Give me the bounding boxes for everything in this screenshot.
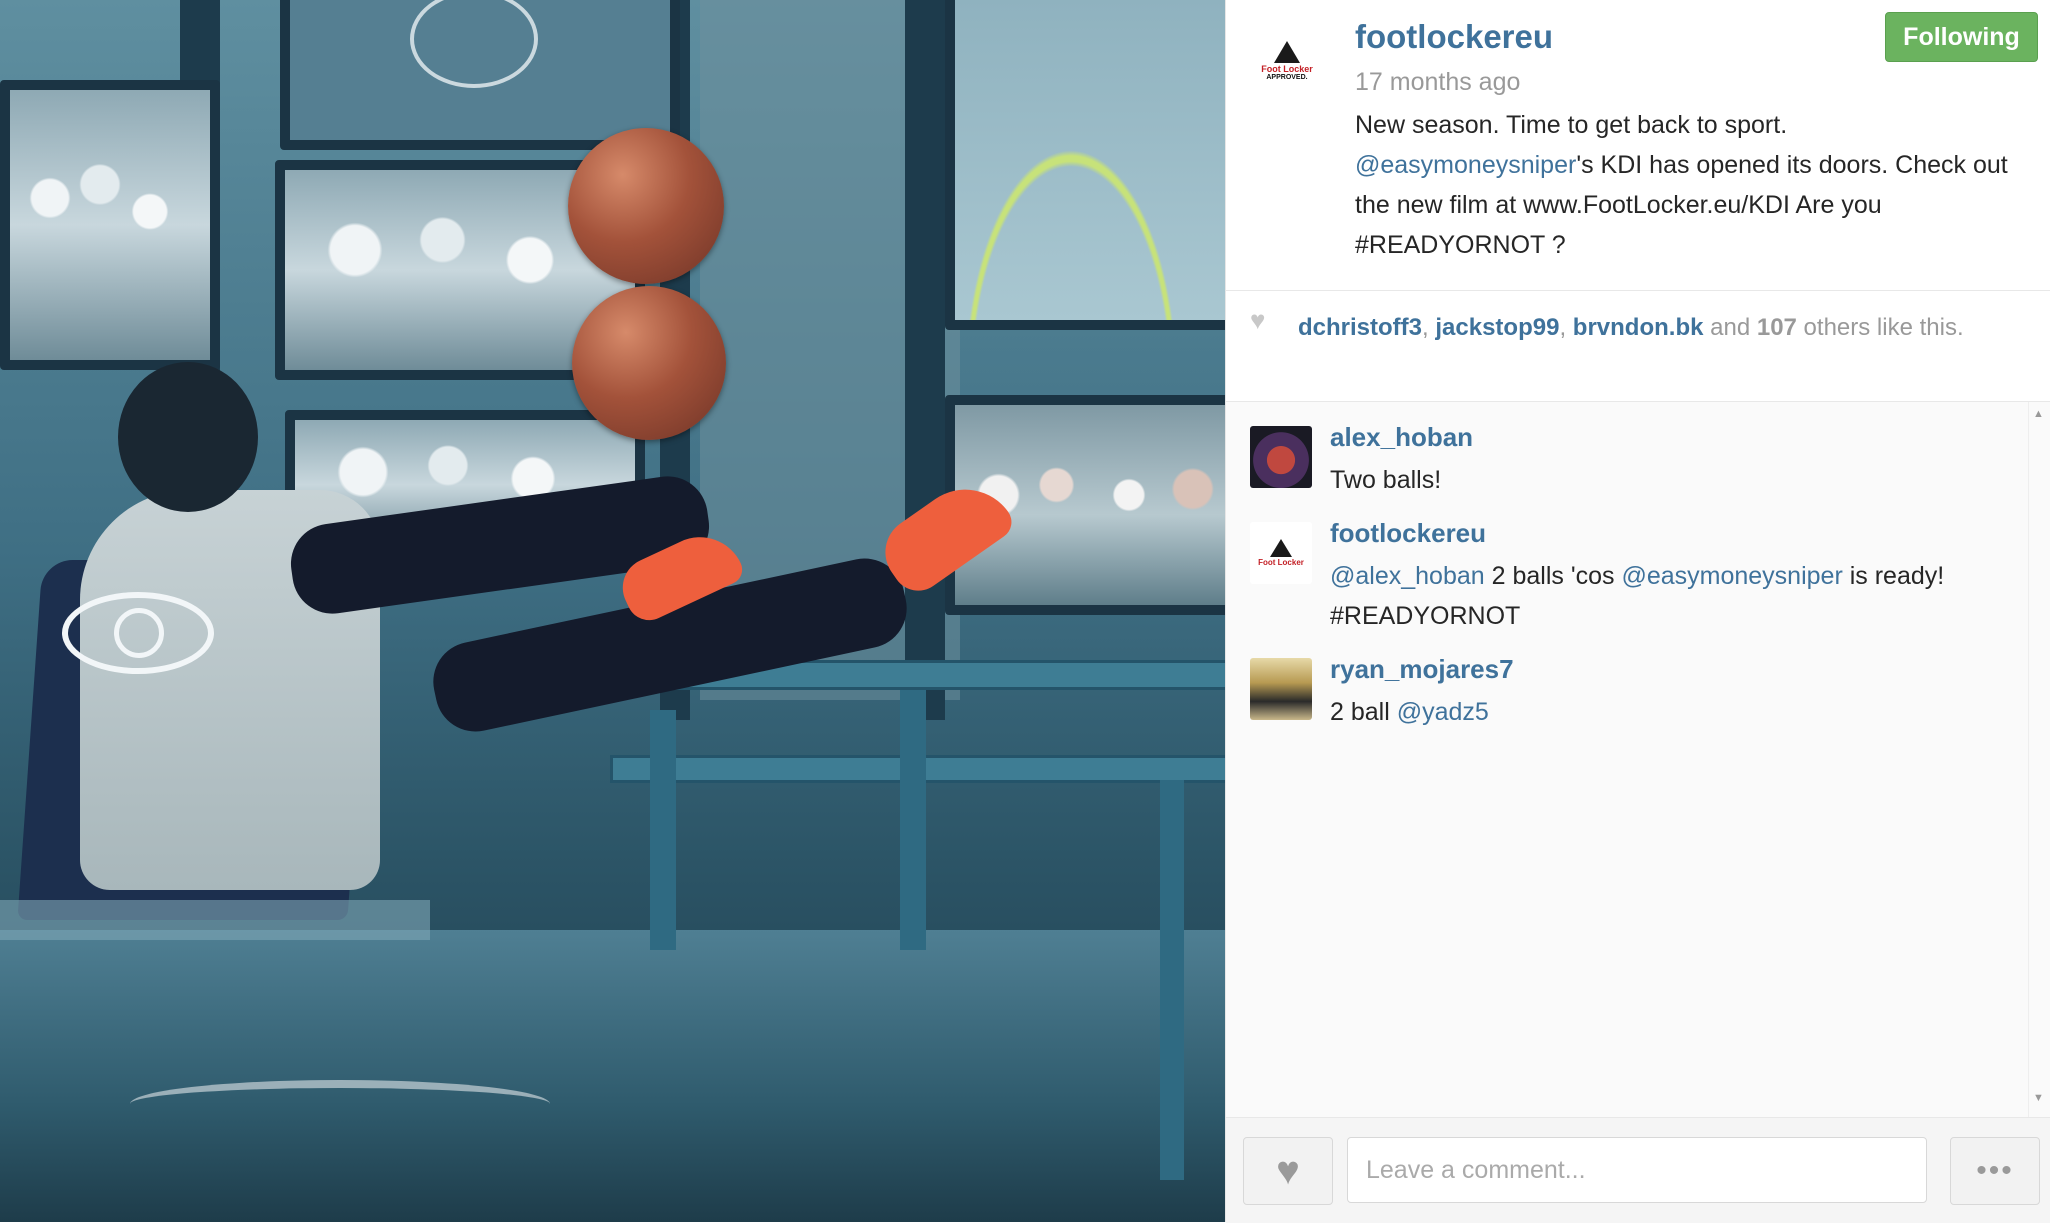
comment-mention[interactable]: @alex_hoban xyxy=(1330,562,1485,590)
more-options-button[interactable]: ••• xyxy=(1950,1137,2040,1205)
chair-base xyxy=(130,1080,550,1128)
caption-mention[interactable]: @easymoneysniper xyxy=(1355,151,1576,179)
comment-text-part: 2 ball xyxy=(1330,698,1397,726)
comment-username[interactable]: footlockereu xyxy=(1330,518,1486,549)
referee-logo-icon xyxy=(1274,41,1300,63)
basketball-bottom xyxy=(572,286,726,440)
screen-left xyxy=(0,80,220,370)
heart-icon: ♥ xyxy=(1276,1148,1300,1193)
scaffold-pillar xyxy=(905,0,945,720)
caption-text: New season. Time to get back to sport. xyxy=(1355,111,1788,139)
liker-link[interactable]: jackstop99 xyxy=(1435,314,1559,341)
heart-icon: ♥ xyxy=(1250,305,1266,335)
comment-text: 2 ball @yadz5 xyxy=(1330,692,2010,732)
likes-and: and xyxy=(1703,314,1757,341)
comments-list: alex_hoban Two balls! Foot Locker footlo… xyxy=(1226,402,2050,1117)
basketball-top xyxy=(568,128,724,284)
liker-link[interactable]: brvndon.bk xyxy=(1573,314,1704,341)
table-leg xyxy=(900,690,926,950)
comment-text: Two balls! xyxy=(1330,466,1442,494)
ellipsis-icon: ••• xyxy=(1976,1154,2014,1187)
avatar-brand-text: Foot Locker xyxy=(1261,64,1313,74)
referee-logo-icon xyxy=(1270,539,1292,557)
comments-scrollbar[interactable]: ▲ ▼ xyxy=(2028,402,2050,1117)
avatar[interactable]: Foot Locker xyxy=(1250,522,1312,584)
like-button[interactable]: ♥ xyxy=(1243,1137,1333,1205)
post-timestamp[interactable]: 17 months ago xyxy=(1355,68,1520,97)
comment-input[interactable] xyxy=(1347,1137,1927,1203)
table-leg xyxy=(650,710,676,950)
avatar[interactable]: Foot Locker APPROVED. xyxy=(1256,30,1318,92)
screen-court xyxy=(945,0,1225,330)
post-caption: New season. Time to get back to sport. @… xyxy=(1355,105,2035,265)
avatar[interactable] xyxy=(1250,658,1312,720)
likes-count[interactable]: 107 xyxy=(1757,314,1797,341)
likes-separator: , xyxy=(1559,314,1573,341)
liker-link[interactable]: dchristoff3 xyxy=(1298,314,1422,341)
table-leg xyxy=(1160,780,1184,1180)
likes-others: others like this. xyxy=(1796,314,1964,341)
avatar[interactable] xyxy=(1250,426,1312,488)
likes-summary: ♥ dchristoff3, jackstop99, brvndon.bk an… xyxy=(1226,291,2050,402)
comment-mention[interactable]: @yadz5 xyxy=(1397,698,1489,726)
floor xyxy=(0,930,1225,1222)
eye-logo-pupil xyxy=(114,608,164,658)
comment-item: alex_hoban Two balls! xyxy=(1250,422,2010,506)
avatar-brand-text: Foot Locker xyxy=(1258,558,1304,567)
comment-item: ryan_mojares7 2 ball @yadz5 xyxy=(1250,654,2010,738)
comment-item: Foot Locker footlockereu @alex_hoban 2 b… xyxy=(1250,518,2010,632)
comment-username[interactable]: ryan_mojares7 xyxy=(1330,654,1514,685)
comment-mention[interactable]: @easymoneysniper xyxy=(1621,562,1842,590)
post-username[interactable]: footlockereu xyxy=(1355,18,1553,56)
scroll-up-icon[interactable]: ▲ xyxy=(2033,408,2044,420)
desk-edge xyxy=(0,900,430,940)
likes-separator: , xyxy=(1422,314,1436,341)
comment-footer: ♥ ••• xyxy=(1226,1117,2050,1223)
post-header: Foot Locker APPROVED. footlockereu Follo… xyxy=(1226,0,2050,291)
scroll-down-icon[interactable]: ▼ xyxy=(2033,1092,2044,1104)
comment-text: @alex_hoban 2 balls 'cos @easymoneysnipe… xyxy=(1330,556,2010,636)
comment-username[interactable]: alex_hoban xyxy=(1330,422,1473,453)
comment-text-part: 2 balls 'cos xyxy=(1484,562,1622,590)
following-button[interactable]: Following xyxy=(1885,12,2038,62)
person-head xyxy=(118,362,258,512)
post-photo[interactable] xyxy=(0,0,1225,1222)
likes-text: dchristoff3, jackstop99, brvndon.bk and … xyxy=(1298,311,1998,345)
avatar-sub-text: APPROVED. xyxy=(1266,74,1308,81)
post-sidebar: Foot Locker APPROVED. footlockereu Follo… xyxy=(1225,0,2050,1223)
